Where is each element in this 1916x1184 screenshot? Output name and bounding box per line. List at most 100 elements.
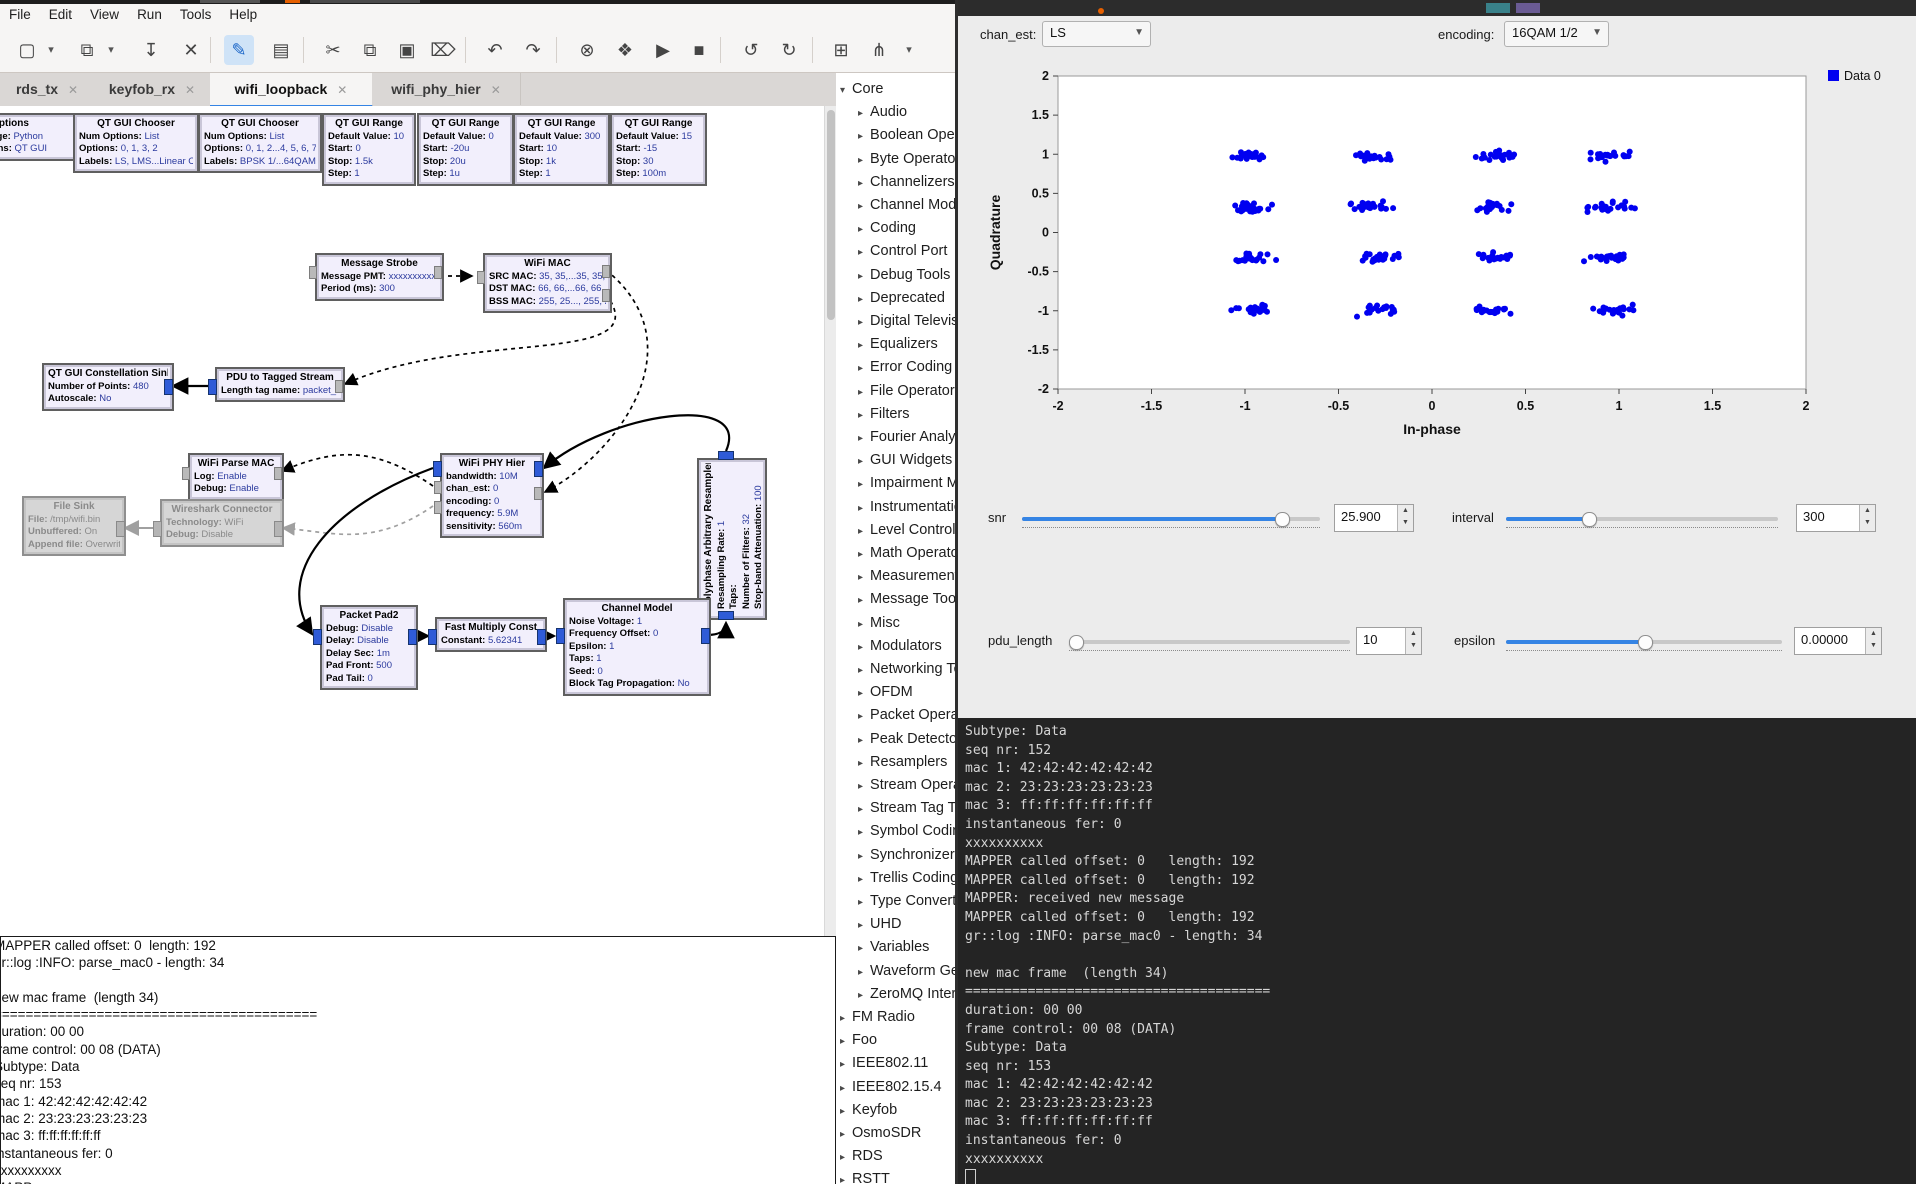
sidebar-item-variables[interactable]: ▸Variables xyxy=(858,936,929,958)
block-qt-gui-constellation-sink[interactable]: QT GUI Constellation SinkNumber of Point… xyxy=(42,363,174,411)
tree-collapsed-icon[interactable]: ▸ xyxy=(840,1059,845,1070)
block-qt-gui-chooser-2[interactable]: QT GUI ChooserNum Options: ListOptions: … xyxy=(198,113,322,173)
sidebar-item-rstt[interactable]: ▸RSTT xyxy=(840,1168,890,1184)
port-stream[interactable] xyxy=(537,629,546,645)
port-msg[interactable] xyxy=(602,265,610,278)
sidebar-item-osmosdr[interactable]: ▸OsmoSDR xyxy=(840,1122,921,1144)
new-file-icon[interactable]: ▢ xyxy=(12,35,42,65)
port-stream[interactable] xyxy=(718,611,734,620)
stop-icon[interactable]: ■ xyxy=(684,35,714,65)
sidebar-item-ofdm[interactable]: ▸OFDM xyxy=(858,681,913,703)
pdu_length-slider-handle[interactable] xyxy=(1069,635,1084,650)
block-qt-gui-range-2[interactable]: QT GUI RangeDefault Value: 0Start: -20uS… xyxy=(417,113,514,186)
port-msg[interactable] xyxy=(335,380,343,393)
sidebar-item-stream-operators[interactable]: ▸Stream Operators xyxy=(858,774,958,796)
sidebar-item-foo[interactable]: ▸Foo xyxy=(840,1029,877,1051)
tree-collapsed-icon[interactable]: ▸ xyxy=(858,549,863,560)
sidebar-item-synchronizers[interactable]: ▸Synchronizers xyxy=(858,844,958,866)
block-channel-model[interactable]: Channel ModelNoise Voltage: 1Frequency O… xyxy=(563,598,711,696)
tree-collapsed-icon[interactable]: ▸ xyxy=(858,827,863,838)
sidebar-item-instrumentation[interactable]: ▸Instrumentation xyxy=(858,496,958,518)
chan-est-dropdown[interactable]: LS ▼ xyxy=(1042,21,1151,47)
sidebar-item-fm-radio[interactable]: ▸FM Radio xyxy=(840,1006,915,1028)
block-qt-gui-chooser-1[interactable]: QT GUI ChooserNum Options: ListOptions: … xyxy=(73,113,199,173)
sidebar-item-level-controllers[interactable]: ▸Level Controllers xyxy=(858,519,958,541)
sidebar-item-keyfob[interactable]: ▸Keyfob xyxy=(840,1099,897,1121)
tree-collapsed-icon[interactable]: ▸ xyxy=(840,1013,845,1024)
menu-file[interactable]: File xyxy=(0,4,40,25)
encoding-dropdown[interactable]: 16QAM 1/2 ▼ xyxy=(1504,21,1609,47)
tree-collapsed-icon[interactable]: ▸ xyxy=(858,920,863,931)
tree-collapsed-icon[interactable]: ▸ xyxy=(858,619,863,630)
undo-icon[interactable]: ↶ xyxy=(480,35,510,65)
tree-collapsed-icon[interactable]: ▸ xyxy=(858,897,863,908)
tree-collapsed-icon[interactable]: ▸ xyxy=(858,665,863,676)
tree-collapsed-icon[interactable]: ▸ xyxy=(858,526,863,537)
tree-collapsed-icon[interactable]: ▸ xyxy=(858,247,863,258)
run-icon[interactable]: ▶ xyxy=(648,35,678,65)
block-message-strobe[interactable]: Message StrobeMessage PMT: xxxxxxxxxxPer… xyxy=(315,253,444,301)
tree-collapsed-icon[interactable]: ▸ xyxy=(858,503,863,514)
menu-view[interactable]: View xyxy=(81,4,128,25)
tab-close-icon[interactable]: ✕ xyxy=(68,83,78,97)
block-polyphase-arbitrary-resampler[interactable]: Polyphase Arbitrary ResamplerResampling … xyxy=(697,458,767,620)
block-qt-gui-range-1[interactable]: QT GUI RangeDefault Value: 10Start: 0Sto… xyxy=(322,113,416,186)
port-stream[interactable] xyxy=(208,379,217,395)
edit-icon[interactable]: ✎ xyxy=(224,35,254,65)
flowgraph-canvas[interactable]: OptionsOutput Language: PythonGenerate O… xyxy=(0,106,836,940)
sidebar-item-file-operators[interactable]: ▸File Operators xyxy=(858,380,958,402)
epsilon-slider-track[interactable] xyxy=(1506,640,1782,644)
sidebar-item-channel-models[interactable]: ▸Channel Models xyxy=(858,194,958,216)
open-dropdown-icon[interactable]: ▾ xyxy=(104,35,118,65)
errors-icon[interactable]: ⊗ xyxy=(572,35,602,65)
tree-collapsed-icon[interactable]: ▸ xyxy=(858,201,863,212)
port-stream[interactable] xyxy=(701,628,710,644)
sidebar-item-stream-tag-tools[interactable]: ▸Stream Tag Tools xyxy=(858,797,958,819)
sidebar-item-core[interactable]: ▾Core xyxy=(840,78,883,100)
sidebar-item-misc[interactable]: ▸Misc xyxy=(858,612,900,634)
tab-wifi_loopback[interactable]: wifi_loopback✕ xyxy=(210,73,373,108)
tree-collapsed-icon[interactable]: ▸ xyxy=(858,317,863,328)
sidebar-item-uhd[interactable]: ▸UHD xyxy=(858,913,901,935)
delete-icon[interactable]: ⌦ xyxy=(428,35,458,65)
tab-close-icon[interactable]: ✕ xyxy=(337,83,347,97)
close-icon[interactable]: ✕ xyxy=(176,35,206,65)
block-packet-pad2[interactable]: Packet Pad2Debug: DisableDelay: DisableD… xyxy=(320,605,418,690)
port-msg[interactable] xyxy=(274,467,282,480)
tree-collapsed-icon[interactable]: ▸ xyxy=(858,781,863,792)
tree-collapsed-icon[interactable]: ▸ xyxy=(840,1036,845,1047)
sidebar-item-trellis-coding[interactable]: ▸Trellis Coding xyxy=(858,867,958,889)
snr-slider-handle[interactable] xyxy=(1275,512,1290,527)
tree-collapsed-icon[interactable]: ▸ xyxy=(840,1175,845,1184)
sidebar-item-type-converters[interactable]: ▸Type Converters xyxy=(858,890,958,912)
paste-icon[interactable]: ▣ xyxy=(392,35,422,65)
sidebar-item-control-port[interactable]: ▸Control Port xyxy=(858,240,947,262)
sidebar-item-ieee802-11[interactable]: ▸IEEE802.11 xyxy=(840,1052,928,1074)
port-stream[interactable] xyxy=(556,628,565,644)
tab-keyfob_rx[interactable]: keyfob_rx✕ xyxy=(94,73,211,105)
hier-block-icon[interactable]: ⊞ xyxy=(826,35,856,65)
block-file-sink[interactable]: File SinkFile: /tmp/wifi.binUnbuffered: … xyxy=(22,496,126,556)
port-stream[interactable] xyxy=(274,521,283,537)
block-qt-gui-range-4[interactable]: QT GUI RangeDefault Value: 15Start: -15S… xyxy=(610,113,707,186)
pdu_length-slider-track[interactable] xyxy=(1069,640,1350,644)
tree-collapsed-icon[interactable]: ▸ xyxy=(858,108,863,119)
block-wifi-parse-mac[interactable]: WiFi Parse MACLog: EnableDebug: Enable xyxy=(188,453,284,501)
port-msg[interactable] xyxy=(534,487,542,500)
spinbox-arrows-icon[interactable]: ▲▼ xyxy=(1397,505,1413,531)
block-wifi-phy-hier[interactable]: WiFi PHY Hierbandwidth: 10Mchan_est: 0en… xyxy=(440,453,544,538)
tab-wifi_phy_hier[interactable]: wifi_phy_hier✕ xyxy=(372,73,521,105)
interval-slider-handle[interactable] xyxy=(1582,512,1597,527)
disconnect-icon[interactable]: ⋔ xyxy=(864,35,894,65)
sidebar-item-filters[interactable]: ▸Filters xyxy=(858,403,910,425)
port-stream[interactable] xyxy=(153,521,162,537)
tree-collapsed-icon[interactable]: ▸ xyxy=(858,595,863,606)
interval-slider-track[interactable] xyxy=(1506,517,1778,521)
port-msg[interactable] xyxy=(182,467,190,480)
tree-collapsed-icon[interactable]: ▸ xyxy=(840,1152,845,1163)
sidebar-item-deprecated[interactable]: ▸Deprecated xyxy=(858,287,945,309)
tree-collapsed-icon[interactable]: ▸ xyxy=(858,155,863,166)
tab-close-icon[interactable]: ✕ xyxy=(185,83,195,97)
epsilon-slider-handle[interactable] xyxy=(1638,635,1653,650)
sidebar-item-byte-operators[interactable]: ▸Byte Operators xyxy=(858,148,958,170)
